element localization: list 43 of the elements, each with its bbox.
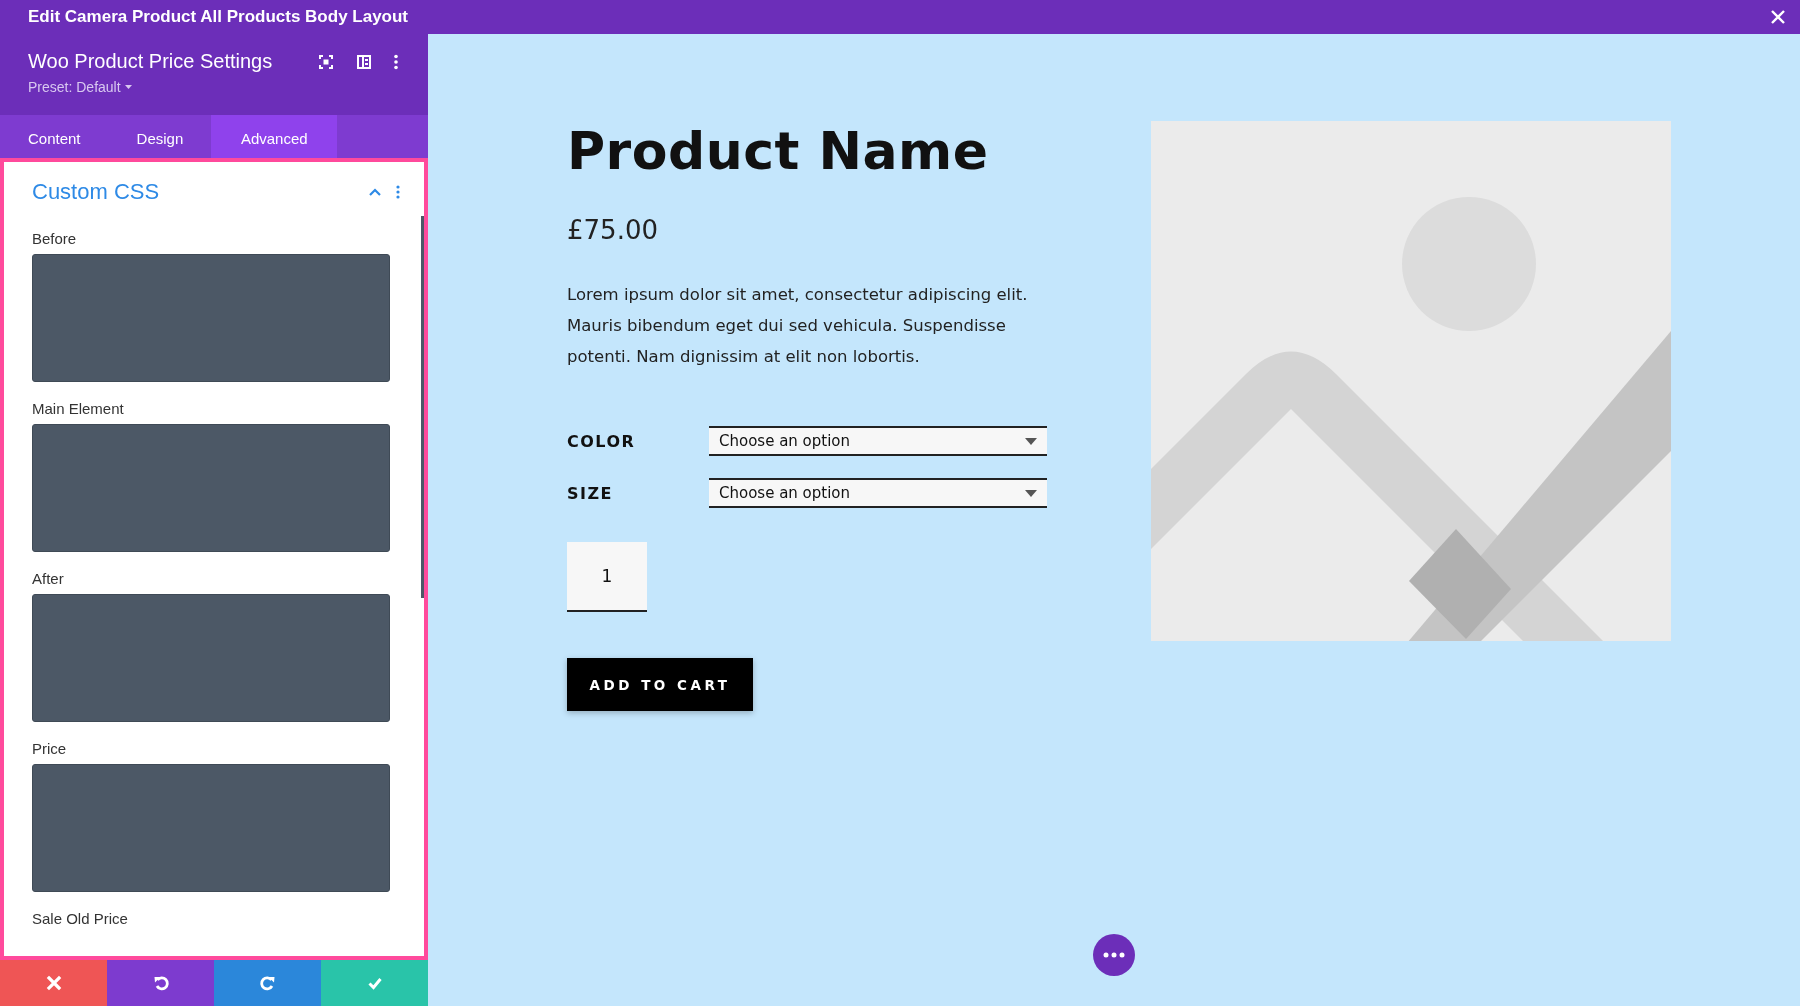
section-title[interactable]: Custom CSS (32, 179, 368, 205)
close-icon (45, 975, 62, 991)
settings-tab[interactable]: Content (0, 115, 109, 158)
cancel-button[interactable] (0, 960, 107, 1006)
sidebar-layout-icon[interactable] (356, 53, 372, 70)
field-label: Main Element (32, 400, 125, 417)
option-dropdown[interactable]: Choose an option (709, 426, 1047, 456)
caret-icon (124, 85, 132, 89)
window-title: Edit Camera Product All Products Body Layout (28, 7, 410, 27)
preset-dropdown[interactable]: Preset: Default (28, 79, 132, 95)
chevron-up-icon[interactable] (368, 187, 382, 197)
settings-tab[interactable]: Advanced (211, 115, 338, 158)
product-name: Product Name (567, 121, 990, 181)
product-description: Lorem ipsum dolor sit amet, consectetur adipiscing elit. Mauris bibendum eget dui sed vehicula. Suspendisse potenti. Nam dignissim at elit non lobortis. (567, 284, 1029, 368)
caret-icon (1025, 489, 1037, 497)
close-icon[interactable] (1770, 9, 1786, 25)
fullscreen-icon[interactable] (318, 53, 334, 70)
checkmark-icon (366, 975, 383, 991)
add-to-cart-button[interactable]: ADD TO CART (567, 658, 753, 711)
panel-title: Woo Product Price Settings (28, 50, 274, 73)
undo-button[interactable] (107, 960, 214, 1006)
settings-tab[interactable]: Design (108, 115, 212, 158)
css-input-field[interactable] (32, 424, 390, 552)
field-label: Price (32, 740, 68, 757)
option-dropdown[interactable]: Choose an option (709, 478, 1047, 508)
field-label: After (32, 570, 65, 587)
caret-icon (1025, 437, 1037, 445)
more-options-icon[interactable] (396, 185, 400, 199)
dots-icon (1103, 952, 1125, 958)
quantity-field[interactable]: 1 (567, 542, 647, 612)
attribute-label: SIZE (567, 483, 614, 503)
css-input-field[interactable] (32, 764, 390, 892)
field-label: Sale Old Price (32, 910, 129, 927)
css-input-field[interactable] (32, 254, 390, 382)
field-label: Before (32, 230, 78, 247)
product-price: £75.00 (567, 215, 659, 245)
redo-button[interactable] (214, 960, 321, 1006)
attribute-label: COLOR (567, 431, 637, 451)
more-options-icon[interactable] (394, 53, 398, 70)
more-options-button[interactable] (1093, 934, 1135, 976)
css-input-field[interactable] (32, 594, 390, 722)
redo-icon (259, 975, 276, 991)
undo-icon (152, 975, 169, 991)
